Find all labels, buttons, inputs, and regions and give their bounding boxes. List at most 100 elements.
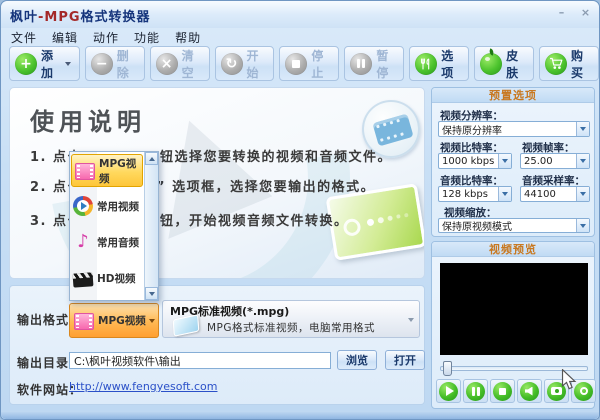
pause-button[interactable]: 暂停 [344,46,405,81]
scroll-down-button[interactable] [145,287,158,300]
list-item-label: HD视频 [97,272,136,285]
chevron-down-icon [408,318,414,322]
app-window: 枫叶-MPG格式转换器 – × 文件 编辑 动作 功能 帮助 + 添加 − 删除… [0,0,600,420]
list-item-label: 常用音频 [97,236,139,249]
open-button[interactable]: 打开 [385,350,425,370]
slider-thumb[interactable] [443,361,452,376]
format-detail-description: MPG格式标准视频，电脑常用格式 [207,322,376,334]
mpg-film-icon [74,313,94,330]
output-directory-input[interactable] [69,352,331,369]
combo-dropdown-button[interactable] [498,154,511,168]
title-bar[interactable]: 枫叶-MPG格式转换器 – × [1,1,599,28]
video-preview-title: 视频预览 [432,242,594,257]
start-button[interactable]: ↻ 开始 [214,46,275,81]
pause-button-label: 暂停 [376,48,389,80]
list-item-common-audio[interactable]: ♪ 常用音频 [70,224,144,260]
delete-icon: − [90,52,113,75]
speaker-icon [520,381,539,401]
triangle-down-icon [502,159,508,163]
title-part1: 枫叶 [10,10,39,25]
list-item-mpg-video[interactable]: MPG视频 [71,154,143,187]
dropdown-scrollbar[interactable] [144,152,158,300]
minimize-button[interactable]: – [553,5,570,20]
volume-button[interactable] [517,379,542,403]
video-bitrate-value: 1000 kbps [442,155,495,167]
add-button[interactable]: + 添加 [9,46,80,81]
preset-options-groupbox: 预置选项 视频分辨率： 保持原分辨率 视频比特率： 视频帧率： 1000 kbp… [431,87,595,237]
film-strip-icon [372,113,414,147]
triangle-down-icon [148,291,155,296]
combo-dropdown-button[interactable] [576,122,589,136]
skin-button[interactable]: 皮肤 [474,46,535,81]
stop-playback-button[interactable] [490,379,515,403]
stop-icon [493,381,512,401]
video-scale-value: 保持原视频模式 [442,222,512,233]
scroll-up-button[interactable] [145,152,158,165]
list-item-label: 常用视频 [97,200,139,213]
close-button[interactable]: × [577,5,594,20]
video-scale-combobox[interactable]: 保持原视频模式 [438,218,590,233]
play-ring-icon [73,196,93,216]
menu-file[interactable]: 文件 [11,29,37,46]
format-detail-combobox[interactable]: MPG标准视频(*.mpg) MPG格式标准视频，电脑常用格式 [162,300,420,338]
format-dropdown-list: MPG视频 常用视频 ♪ 常用音频 HD视频 [69,151,159,301]
triangle-down-icon [580,127,586,131]
list-item-common-video[interactable]: 常用视频 [70,188,144,224]
usage-heading: 使用说明 [30,108,146,136]
combo-dropdown-button[interactable] [498,187,511,201]
menu-action[interactable]: 动作 [93,29,119,46]
stop-button[interactable]: 停止 [279,46,340,81]
format-box-icon [172,314,200,337]
sample-rate-value: 44100 [524,188,556,200]
apple-icon [480,47,503,75]
triangle-down-icon [580,159,586,163]
output-format-selected: MPG视频 [98,315,146,327]
list-item-hd-video[interactable]: HD视频 [70,260,144,296]
add-button-label: 添加 [41,48,54,80]
sample-rate-combobox[interactable]: 44100 [520,186,590,202]
pause-icon [466,381,485,401]
options-button[interactable]: 选项 [409,46,470,81]
clapperboard-icon [72,272,94,288]
website-link[interactable]: http://www.fengyesoft.com [69,380,218,393]
add-icon: + [15,52,37,75]
triangle-up-icon [148,156,155,161]
output-format-combobox[interactable]: MPG视频 [69,303,159,338]
resolution-combobox[interactable]: 保持原分辨率 [438,121,590,137]
clear-icon: × [155,52,178,75]
window-bottom-edge [1,411,599,419]
stop-button-label: 停止 [311,48,324,80]
clear-button-label: 清空 [181,48,194,80]
skin-button-label: 皮肤 [506,48,519,80]
framerate-combobox[interactable]: 25.00 [520,153,590,169]
pause-playback-button[interactable] [463,379,488,403]
options-icon [415,52,438,75]
music-note-icon: ♪ [77,231,89,252]
audio-bitrate-combobox[interactable]: 128 kbps [438,186,512,202]
buy-button-label: 购买 [571,48,584,80]
options-button-label: 选项 [441,48,454,80]
step2-suffix: ” 选项框，选择您要输出的格式。 [156,180,376,195]
title-part3: 格式转换器 [80,10,151,25]
mouse-cursor [561,368,577,395]
video-bitrate-combobox[interactable]: 1000 kbps [438,153,512,169]
triangle-down-icon [580,192,586,196]
delete-button[interactable]: − 删除 [84,46,145,81]
stop-icon [285,52,308,75]
triangle-down-icon [502,192,508,196]
window-title: 枫叶-MPG格式转换器 [10,6,151,25]
menu-help[interactable]: 帮助 [175,29,201,46]
mpg-film-icon [75,163,95,180]
clear-button[interactable]: × 清空 [149,46,210,81]
menu-function[interactable]: 功能 [134,29,160,46]
preset-options-title: 预置选项 [432,88,594,103]
combo-dropdown-button[interactable] [576,219,589,232]
audio-bitrate-value: 128 kbps [442,188,488,200]
browse-button[interactable]: 浏览 [337,350,377,370]
combo-dropdown-button[interactable] [576,154,589,168]
chevron-down-icon [64,61,71,66]
play-button[interactable] [436,379,461,403]
combo-dropdown-button[interactable] [576,187,589,201]
buy-button[interactable]: 购买 [539,46,599,81]
menu-edit[interactable]: 编辑 [52,29,78,46]
